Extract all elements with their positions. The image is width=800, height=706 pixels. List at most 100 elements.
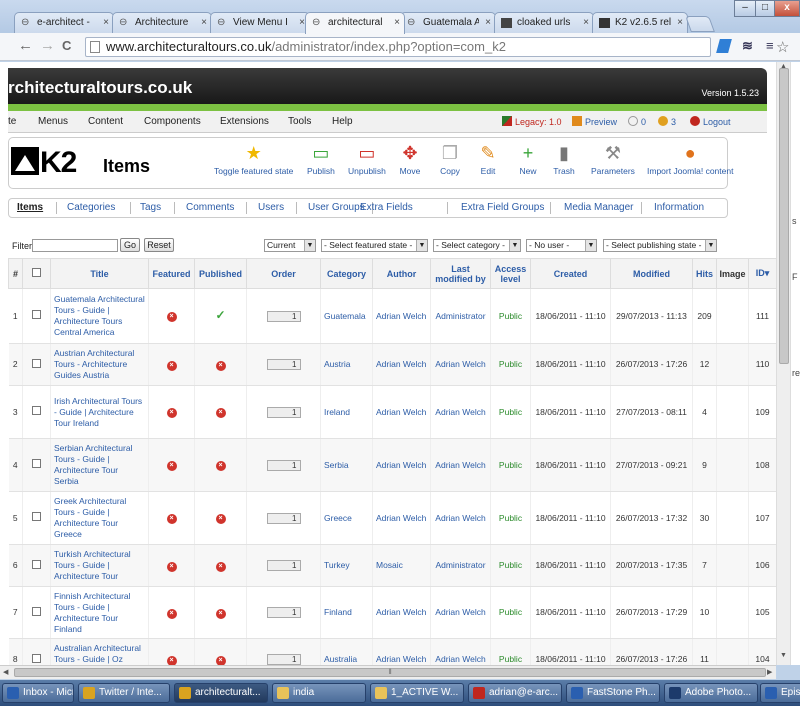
table-row[interactable]: 8 Australian Architectural Tours - Guide … <box>8 638 776 665</box>
published-toggle[interactable]: × <box>194 638 247 665</box>
scroll-down-icon[interactable]: ▼ <box>780 652 787 659</box>
item-title-link[interactable]: Turkish Architectural Tours - Guide | Ar… <box>50 544 149 587</box>
item-title-link[interactable]: Australian Architectural Tours - Guide |… <box>50 638 149 665</box>
x-circle-icon[interactable]: × <box>166 561 177 572</box>
taskbar-item[interactable]: 1_ACTIVE W... <box>370 683 464 703</box>
order-input[interactable]: 1 <box>266 560 301 571</box>
go-button[interactable]: Go <box>120 238 140 252</box>
author-link[interactable]: Mosaic <box>372 544 431 587</box>
category-link[interactable]: Serbia <box>320 438 373 492</box>
author-link[interactable]: Adrian Welch <box>372 385 431 439</box>
item-title-link[interactable]: Finnish Architectural Tours - Guide | Ar… <box>50 586 149 639</box>
x-circle-icon[interactable]: × <box>215 461 226 471</box>
new-button[interactable]: + New <box>517 142 539 176</box>
unpublish-button[interactable]: ▭ Unpublish <box>348 142 386 176</box>
back-button[interactable]: ← <box>18 38 33 54</box>
parameters-button[interactable]: ⚒ Parameters <box>591 142 635 176</box>
checkbox[interactable] <box>32 459 41 468</box>
close-icon[interactable]: × <box>103 13 109 33</box>
checkmark-icon[interactable]: ✓ <box>215 308 225 322</box>
scroll-thumb[interactable] <box>779 68 789 364</box>
row-checkbox[interactable] <box>22 491 51 545</box>
menu-icon[interactable]: ≡ <box>766 39 780 53</box>
modified-by-link[interactable]: Adrian Welch <box>430 385 491 439</box>
category-link[interactable]: Australia <box>320 638 373 665</box>
browser-tab[interactable]: ⊖ e-architect - × <box>14 12 114 34</box>
subnav-extra-field-groups[interactable]: Extra Field Groups <box>461 199 544 217</box>
order-input[interactable]: 1 <box>266 310 301 322</box>
col-created[interactable]: Created <box>530 258 611 289</box>
item-title-link[interactable]: Irish Architectural Tours - Guide | Arch… <box>50 385 149 439</box>
category-filter-select[interactable]: - Select category - ▼ <box>433 239 521 252</box>
category-link[interactable]: Guatemala <box>320 288 373 344</box>
checkbox[interactable] <box>32 358 41 368</box>
move-button[interactable]: ✥ Move <box>399 142 421 176</box>
users-online-count[interactable]: 3 <box>658 111 676 133</box>
browser-tab[interactable]: cloaked urls × <box>494 12 594 34</box>
published-toggle[interactable]: × <box>194 544 247 587</box>
order-input[interactable]: 1 <box>266 607 301 618</box>
browser-tab[interactable]: K2 v2.6.5 rele × <box>592 12 688 34</box>
menu-tools[interactable]: Tools <box>288 111 311 133</box>
scroll-thumb[interactable]: ⦀ <box>14 668 766 677</box>
filter-input[interactable] <box>32 239 118 252</box>
taskbar-item[interactable]: architecturalt... <box>174 683 268 703</box>
category-link[interactable]: Greece <box>320 491 373 545</box>
menu-components[interactable]: Components <box>144 111 201 133</box>
menu-site[interactable]: te <box>8 111 16 133</box>
col-author[interactable]: Author <box>372 258 431 289</box>
featured-toggle[interactable]: × <box>148 288 195 344</box>
col-order[interactable]: Order <box>246 258 321 289</box>
table-row[interactable]: 6 Turkish Architectural Tours - Guide | A… <box>8 544 776 587</box>
close-icon[interactable]: × <box>677 13 683 33</box>
author-link[interactable]: Adrian Welch <box>372 586 431 639</box>
table-row[interactable]: 4 Serbian Architectural Tours - Guide | A… <box>8 438 776 492</box>
subnav-media-manager[interactable]: Media Manager <box>564 199 633 217</box>
author-link[interactable]: Adrian Welch <box>372 638 431 665</box>
row-checkbox[interactable] <box>22 438 51 492</box>
row-checkbox[interactable] <box>22 544 51 587</box>
author-link[interactable]: Adrian Welch <box>372 288 431 344</box>
x-circle-icon[interactable]: × <box>215 655 226 665</box>
table-row[interactable]: 7 Finnish Architectural Tours - Guide | A… <box>8 586 776 639</box>
subnav-comments[interactable]: Comments <box>186 199 234 217</box>
x-circle-icon[interactable]: × <box>166 408 177 418</box>
modified-by-link[interactable]: Adrian Welch <box>430 343 491 386</box>
access-level[interactable]: Public <box>490 544 531 587</box>
item-title-link[interactable]: Austrian Architectural Tours - Architect… <box>50 343 149 386</box>
author-link[interactable]: Adrian Welch <box>372 343 431 386</box>
select-all-checkbox[interactable] <box>32 268 41 277</box>
taskbar-item[interactable]: FastStone Ph... <box>566 683 660 703</box>
checkbox[interactable] <box>32 310 41 319</box>
preview-link[interactable]: Preview <box>572 111 617 133</box>
menu-help[interactable]: Help <box>332 111 353 133</box>
minimize-button[interactable]: – <box>734 0 756 17</box>
vertical-scrollbar[interactable]: ▲ ▼ <box>776 62 790 665</box>
category-link[interactable]: Ireland <box>320 385 373 439</box>
subnav-items[interactable]: Items <box>17 199 43 217</box>
forward-button[interactable]: → <box>40 38 55 54</box>
subnav-user-groups[interactable]: User Groups <box>308 199 365 217</box>
taskbar-item[interactable]: Inbox - Micr... <box>2 683 74 703</box>
checkbox[interactable] <box>32 406 41 415</box>
featured-toggle[interactable]: × <box>148 491 195 545</box>
reload-button[interactable]: C <box>62 38 71 54</box>
x-circle-icon[interactable]: × <box>215 360 226 371</box>
trash-button[interactable]: ▮ Trash <box>553 142 575 176</box>
col-title[interactable]: Title <box>50 258 149 289</box>
checkbox[interactable] <box>32 653 41 663</box>
author-link[interactable]: Adrian Welch <box>372 438 431 492</box>
featured-toggle[interactable]: × <box>148 343 195 386</box>
toggle-featured-state-button[interactable]: ★ Toggle featured state <box>214 142 293 176</box>
menu-content[interactable]: Content <box>88 111 123 133</box>
x-circle-icon[interactable]: × <box>166 514 177 524</box>
maximize-button[interactable]: □ <box>755 0 775 17</box>
close-icon[interactable]: × <box>201 13 207 33</box>
published-toggle[interactable]: ✓ <box>194 288 247 344</box>
col-id[interactable]: ID▾ <box>748 258 776 289</box>
close-window-button[interactable]: x <box>774 0 800 17</box>
subnav-categories[interactable]: Categories <box>67 199 115 217</box>
col-published[interactable]: Published <box>194 258 247 289</box>
order-input[interactable]: 1 <box>266 359 301 370</box>
featured-filter-select[interactable]: - Select featured state - ▼ <box>321 239 428 252</box>
